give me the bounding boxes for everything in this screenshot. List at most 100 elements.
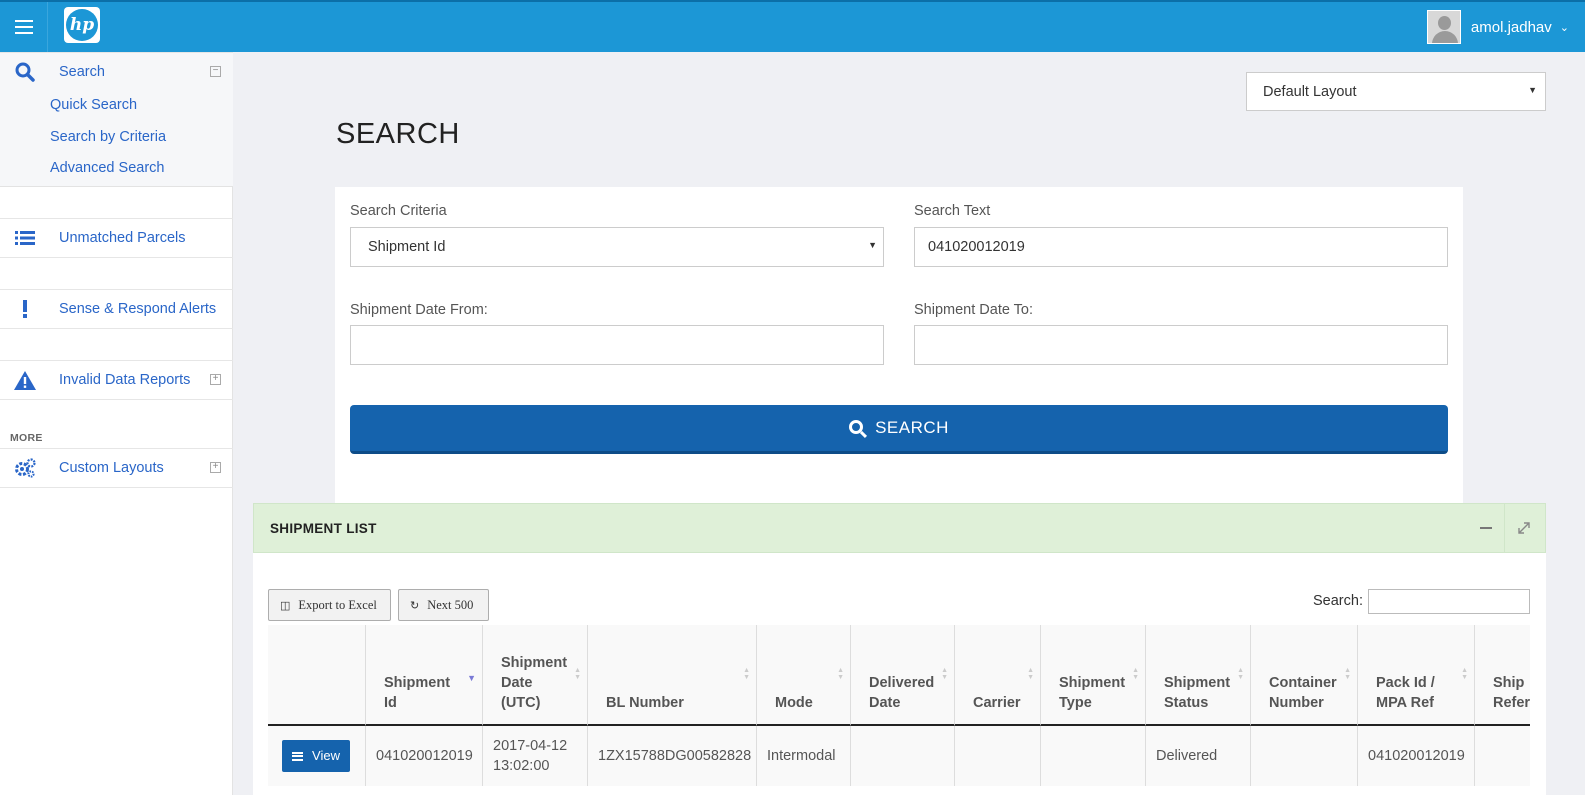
excel-file-icon: ◫ xyxy=(280,599,291,612)
column-header-action xyxy=(268,625,366,726)
column-header-label: Ship Refer xyxy=(1493,675,1530,711)
table-cell-action: View xyxy=(268,726,366,786)
list-icon xyxy=(0,230,50,246)
warning-icon xyxy=(0,370,50,390)
search-form-panel: Search Criteria Shipment Id ▼ Search Tex… xyxy=(335,187,1463,503)
sidebar-item-custom-layouts[interactable]: Custom Layouts + xyxy=(0,448,233,488)
sidebar-subitem-advanced-search[interactable]: Advanced Search xyxy=(50,160,164,176)
search-text-input[interactable]: 041020012019 xyxy=(914,227,1448,267)
table-cell-carrier xyxy=(955,726,1041,786)
collapse-icon[interactable]: − xyxy=(210,66,221,77)
sidebar-item-sense-respond-alerts[interactable]: Sense & Respond Alerts xyxy=(0,289,233,329)
column-header-label: Shipment Status xyxy=(1164,675,1231,711)
table-search-input[interactable] xyxy=(1368,589,1530,614)
column-header-label: Shipment Type xyxy=(1059,675,1126,711)
export-excel-button[interactable]: ◫ Export to Excel xyxy=(268,589,391,621)
sort-icon: ▲ ▼ xyxy=(1132,667,1139,681)
column-header-ship-refer[interactable]: Ship Refer xyxy=(1475,625,1530,726)
search-criteria-label: Search Criteria xyxy=(350,203,447,219)
table-search-label: Search: xyxy=(1313,593,1363,609)
sidebar-subitem-search-by-criteria[interactable]: Search by Criteria xyxy=(50,129,166,145)
view-button-label: View xyxy=(312,748,340,763)
table-cell-container-number xyxy=(1251,726,1358,786)
expand-panel-icon[interactable] xyxy=(1505,504,1543,552)
search-icon xyxy=(0,62,50,82)
shipment-list-title: SHIPMENT LIST xyxy=(270,520,377,536)
sort-icon: ▲ ▼ xyxy=(1461,667,1468,681)
top-bar: hp amol.jadhav ⌄ xyxy=(0,0,1585,52)
username: amol.jadhav xyxy=(1470,18,1552,36)
column-header-shipment-date[interactable]: Shipment Date (UTC) ▲ ▼ xyxy=(483,625,588,726)
sort-icon: ▲ ▼ xyxy=(743,667,750,681)
sort-desc-icon: ▼ xyxy=(467,673,476,683)
table-cell-pack-id: 041020012019 xyxy=(1358,726,1475,786)
column-header-label: Carrier xyxy=(973,695,1021,711)
column-header-label: BL Number xyxy=(606,695,684,711)
sidebar-item-label: Invalid Data Reports xyxy=(59,372,191,388)
hp-logo[interactable]: hp xyxy=(64,7,100,43)
date-to-label: Shipment Date To: xyxy=(914,302,1034,318)
shipment-list-header: SHIPMENT LIST xyxy=(253,503,1546,553)
column-header-shipment-id[interactable]: Shipment Id ▼ xyxy=(366,625,483,726)
table-cell-shipment-type xyxy=(1041,726,1146,786)
avatar xyxy=(1426,10,1461,44)
column-header-label: Shipment Id xyxy=(384,675,451,711)
sidebar-item-label: Unmatched Parcels xyxy=(59,230,186,246)
expand-icon[interactable]: + xyxy=(210,462,221,473)
column-header-bl-number[interactable]: BL Number ▲ ▼ xyxy=(588,625,757,726)
list-icon xyxy=(292,751,304,761)
search-icon xyxy=(849,420,864,434)
date-from-label: Shipment Date From: xyxy=(350,302,488,318)
sort-icon: ▲ ▼ xyxy=(1237,667,1244,681)
table-cell-shipment-id: 041020012019 xyxy=(366,726,483,786)
sort-icon: ▲ ▼ xyxy=(1027,667,1034,681)
search-submenu: Quick Search Search by Criteria Advanced… xyxy=(0,91,233,187)
layout-select[interactable]: Default Layout ▼ xyxy=(1246,72,1546,111)
search-criteria-value: Shipment Id xyxy=(368,239,446,255)
column-header-label: Pack Id / MPA Ref xyxy=(1376,675,1435,711)
sidebar-item-label: Custom Layouts xyxy=(59,460,164,476)
column-header-pack-id[interactable]: Pack Id / MPA Ref ▲ ▼ xyxy=(1358,625,1475,726)
minimize-icon[interactable] xyxy=(1467,504,1505,552)
column-header-label: Container Number xyxy=(1269,675,1337,711)
search-criteria-select[interactable]: Shipment Id ▼ xyxy=(350,227,884,267)
sidebar-item-search[interactable]: Search − xyxy=(0,52,233,92)
exclamation-icon xyxy=(0,300,50,318)
export-excel-label: Export to Excel xyxy=(298,597,377,612)
column-header-shipment-status[interactable]: Shipment Status ▲ ▼ xyxy=(1146,625,1251,726)
view-button[interactable]: View xyxy=(282,740,350,772)
dropdown-arrow-icon: ▼ xyxy=(1528,85,1537,95)
sort-icon: ▲ ▼ xyxy=(837,667,844,681)
next-500-button[interactable]: ↻ Next 500 xyxy=(398,589,489,621)
search-button-label: SEARCH xyxy=(875,418,949,437)
column-header-shipment-type[interactable]: Shipment Type ▲ ▼ xyxy=(1041,625,1146,726)
column-header-delivered-date[interactable]: Delivered Date ▲ ▼ xyxy=(851,625,955,726)
page-title: SEARCH xyxy=(336,118,460,150)
table-cell-delivered-date xyxy=(851,726,955,786)
more-section-label: MORE xyxy=(10,432,43,444)
column-header-label: Shipment Date (UTC) xyxy=(501,655,568,711)
table-cell-mode: Intermodal xyxy=(757,726,851,786)
shipment-list-panel: SHIPMENT LIST ◫ Export to Excel ↻ Next 5… xyxy=(253,503,1546,795)
date-to-input[interactable] xyxy=(914,325,1448,365)
search-text-value: 041020012019 xyxy=(928,239,1025,255)
shipment-table: Shipment Id ▼ Shipment Date (UTC) ▲ ▼ BL … xyxy=(268,625,1530,795)
sort-icon: ▲ ▼ xyxy=(941,667,948,681)
sidebar-item-invalid-data-reports[interactable]: Invalid Data Reports + xyxy=(0,360,233,400)
user-menu[interactable]: amol.jadhav ⌄ xyxy=(1426,10,1569,44)
hamburger-menu-icon[interactable] xyxy=(0,2,48,52)
sidebar: Search − Quick Search Search by Criteria… xyxy=(0,52,233,795)
refresh-icon: ↻ xyxy=(410,599,420,612)
layout-select-value: Default Layout xyxy=(1263,84,1357,100)
sidebar-subitem-quick-search[interactable]: Quick Search xyxy=(50,97,137,113)
column-header-carrier[interactable]: Carrier ▲ ▼ xyxy=(955,625,1041,726)
column-header-container-number[interactable]: Container Number ▲ ▼ xyxy=(1251,625,1358,726)
next-500-label: Next 500 xyxy=(427,597,474,612)
expand-icon[interactable]: + xyxy=(210,374,221,385)
search-button[interactable]: SEARCH xyxy=(350,405,1448,454)
gears-icon xyxy=(0,458,50,478)
date-from-input[interactable] xyxy=(350,325,884,365)
column-header-mode[interactable]: Mode ▲ ▼ xyxy=(757,625,851,726)
sidebar-item-unmatched-parcels[interactable]: Unmatched Parcels xyxy=(0,218,233,258)
search-text-label: Search Text xyxy=(914,203,991,219)
